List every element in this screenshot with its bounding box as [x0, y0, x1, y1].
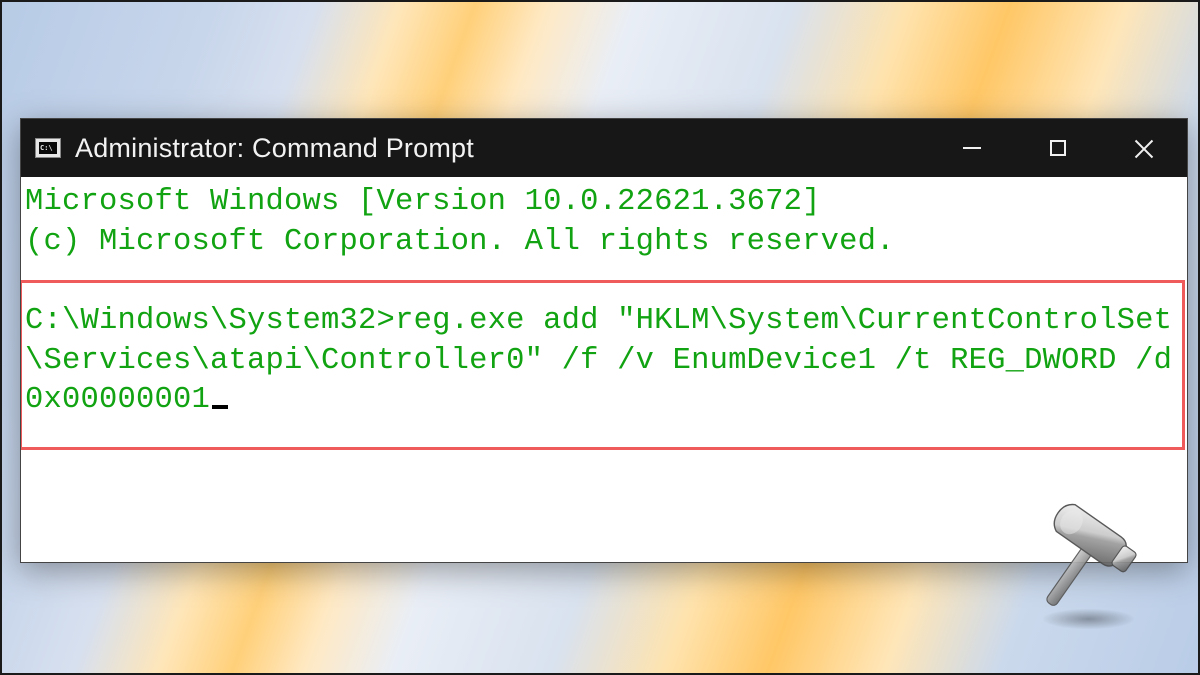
version-line: Microsoft Windows [Version 10.0.22621.36…: [25, 185, 821, 219]
text-cursor: [212, 405, 228, 409]
cmd-icon: [35, 138, 61, 158]
command-prompt-window: Administrator: Command Prompt Microsoft …: [20, 118, 1188, 563]
copyright-line: (c) Microsoft Corporation. All rights re…: [25, 225, 895, 259]
terminal-output: Microsoft Windows [Version 10.0.22621.36…: [25, 183, 1183, 421]
window-title: Administrator: Command Prompt: [75, 133, 474, 164]
titlebar[interactable]: Administrator: Command Prompt: [21, 119, 1187, 177]
maximize-icon: [1050, 140, 1066, 156]
prompt-text: C:\Windows\System32>: [25, 304, 395, 338]
window-controls: [929, 119, 1187, 177]
terminal-area[interactable]: Microsoft Windows [Version 10.0.22621.36…: [21, 177, 1187, 562]
close-button[interactable]: [1101, 119, 1187, 177]
maximize-button[interactable]: [1015, 119, 1101, 177]
close-icon: [1134, 138, 1154, 158]
minimize-button[interactable]: [929, 119, 1015, 177]
minimize-icon: [963, 147, 981, 149]
